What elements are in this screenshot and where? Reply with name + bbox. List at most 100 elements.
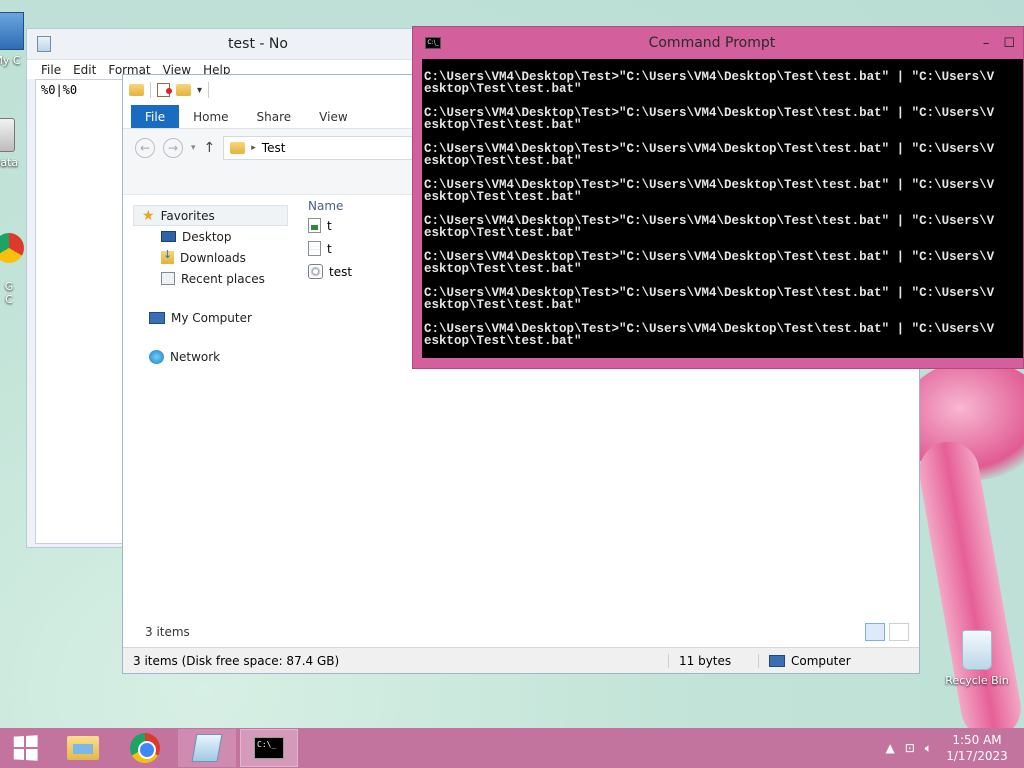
menu-file[interactable]: File: [35, 63, 67, 77]
volume-icon[interactable]: 🔈︎: [925, 741, 932, 756]
status-size: 11 bytes: [668, 653, 758, 668]
tab-home[interactable]: Home: [179, 105, 242, 128]
nav-label: Network: [170, 349, 221, 364]
notepad-icon: [191, 734, 223, 762]
back-icon[interactable]: ←: [135, 138, 155, 158]
status-location-label: Computer: [791, 653, 851, 668]
view-toggle: [865, 623, 909, 641]
console-line: C:\Users\VM4\Desktop\Test>"C:\Users\VM4\…: [424, 214, 995, 240]
navigation-pane: ★ Favorites Desktop Downloads Recent pla…: [133, 205, 293, 367]
notepad-titlebar[interactable]: test - No: [27, 29, 465, 59]
recent-locations-icon[interactable]: ▾: [191, 143, 196, 153]
window-title: Command Prompt: [648, 35, 776, 51]
toolbar-divider: [208, 82, 210, 98]
console-line: C:\Users\VM4\Desktop\Test>"C:\Users\VM4\…: [424, 178, 995, 204]
nav-label: My Computer: [171, 310, 252, 325]
tab-view[interactable]: View: [305, 105, 361, 128]
command-prompt-icon: C:\_: [425, 37, 441, 49]
folder-icon: [129, 84, 144, 96]
window-controls: – ☐: [983, 36, 1015, 51]
recycle-bin-icon: [962, 630, 992, 670]
taskbar-notepad[interactable]: [178, 729, 236, 767]
file-row[interactable]: t: [308, 238, 352, 259]
desktop-icon-recycle-bin[interactable]: Recycle Bin: [942, 630, 1012, 687]
desktop-icon: [161, 231, 176, 242]
minimize-icon[interactable]: –: [983, 36, 990, 51]
desktop-icon-label: My C: [0, 54, 21, 67]
nav-network[interactable]: Network: [133, 346, 293, 367]
desktop-icon-label: Recycle Bin: [945, 674, 1009, 687]
console-line: C:\Users\VM4\Desktop\Test>"C:\Users\VM4\…: [424, 322, 995, 348]
clock-time: 1:50 AM: [952, 733, 1002, 747]
nav-desktop[interactable]: Desktop: [133, 226, 293, 247]
notepad-icon: [37, 36, 51, 52]
taskbar: C:\_ ▲ ⊡ 🔈︎ 1:50 AM 1/17/2023: [0, 728, 1024, 768]
taskbar-command-prompt[interactable]: C:\_: [240, 729, 298, 767]
computer-icon: [0, 12, 24, 50]
forward-icon[interactable]: →: [163, 138, 183, 158]
nav-my-computer[interactable]: My Computer: [133, 307, 293, 328]
breadcrumb-test[interactable]: Test: [262, 141, 286, 155]
command-prompt-window[interactable]: C:\_ Command Prompt – ☐ C:\Users\VM4\Des…: [412, 26, 1024, 369]
toolbar-divider: [150, 82, 151, 98]
maximize-icon[interactable]: ☐: [1003, 36, 1015, 51]
up-icon[interactable]: ↑: [204, 140, 216, 156]
chevron-down-icon[interactable]: ▾: [197, 85, 202, 96]
new-folder-icon[interactable]: [176, 84, 191, 96]
downloads-icon: [161, 248, 174, 264]
text-file-icon: [308, 241, 321, 256]
window-title: test - No: [228, 36, 288, 52]
status-summary: 3 items (Disk free space: 87.4 GB): [133, 653, 340, 668]
status-bar: 3 items (Disk free space: 87.4 GB) 11 by…: [123, 647, 919, 673]
nav-label: Favorites: [160, 208, 215, 223]
desktop-icon-label: G C: [4, 280, 14, 306]
chrome-icon: [0, 233, 24, 263]
nav-recent-places[interactable]: Recent places: [133, 268, 293, 289]
console-output[interactable]: C:\Users\VM4\Desktop\Test>"C:\Users\VM4\…: [422, 59, 1023, 358]
details-view-icon[interactable]: [865, 623, 885, 641]
star-icon: ★: [142, 207, 155, 224]
chrome-icon: [130, 733, 160, 763]
console-line: C:\Users\VM4\Desktop\Test>"C:\Users\VM4\…: [424, 106, 995, 132]
taskbar-chrome[interactable]: [116, 729, 174, 767]
recent-places-icon: [161, 272, 175, 285]
file-list: Name t t test: [308, 199, 352, 282]
column-header-name[interactable]: Name: [308, 199, 352, 213]
command-prompt-icon: C:\_: [254, 737, 284, 759]
network-icon: [149, 349, 164, 364]
computer-icon: [769, 654, 785, 667]
tab-file[interactable]: File: [131, 105, 180, 128]
settings-file-icon: [308, 264, 323, 279]
console-line: C:\Users\VM4\Desktop\Test>"C:\Users\VM4\…: [424, 250, 995, 276]
properties-icon[interactable]: [157, 83, 172, 97]
large-icons-view-icon[interactable]: [889, 623, 909, 641]
clock[interactable]: 1:50 AM 1/17/2023: [942, 732, 1012, 764]
start-button[interactable]: [0, 728, 50, 768]
nav-downloads[interactable]: Downloads: [133, 247, 293, 268]
notepad-text-area[interactable]: %0|%0: [35, 79, 125, 544]
file-name: t: [327, 241, 332, 256]
nav-favorites[interactable]: ★ Favorites: [133, 205, 288, 226]
nav-label: Recent places: [181, 271, 265, 286]
chevron-right-icon[interactable]: ▸: [251, 143, 256, 153]
computer-icon: [149, 311, 165, 324]
chevron-up-icon[interactable]: ▲: [886, 741, 895, 755]
desktop-icon-label: Data: [0, 156, 19, 169]
batch-file-icon: [308, 218, 321, 233]
menu-edit[interactable]: Edit: [67, 63, 102, 77]
file-row[interactable]: test: [308, 261, 352, 282]
console-line: C:\Users\VM4\Desktop\Test>"C:\Users\VM4\…: [424, 142, 995, 168]
tab-share[interactable]: Share: [243, 105, 306, 128]
file-row[interactable]: t: [308, 215, 352, 236]
items-count: 3 items: [145, 625, 190, 639]
status-location: Computer: [758, 653, 851, 668]
network-icon[interactable]: ⊡: [905, 741, 915, 755]
file-name: t: [327, 218, 332, 233]
cmd-titlebar[interactable]: C:\_ Command Prompt – ☐: [413, 27, 1023, 59]
nav-label: Downloads: [180, 250, 246, 265]
windows-logo-icon: [13, 735, 38, 761]
file-name: test: [329, 264, 353, 279]
taskbar-file-explorer[interactable]: [54, 729, 112, 767]
clock-date: 1/17/2023: [946, 749, 1008, 763]
database-icon: [0, 118, 15, 152]
